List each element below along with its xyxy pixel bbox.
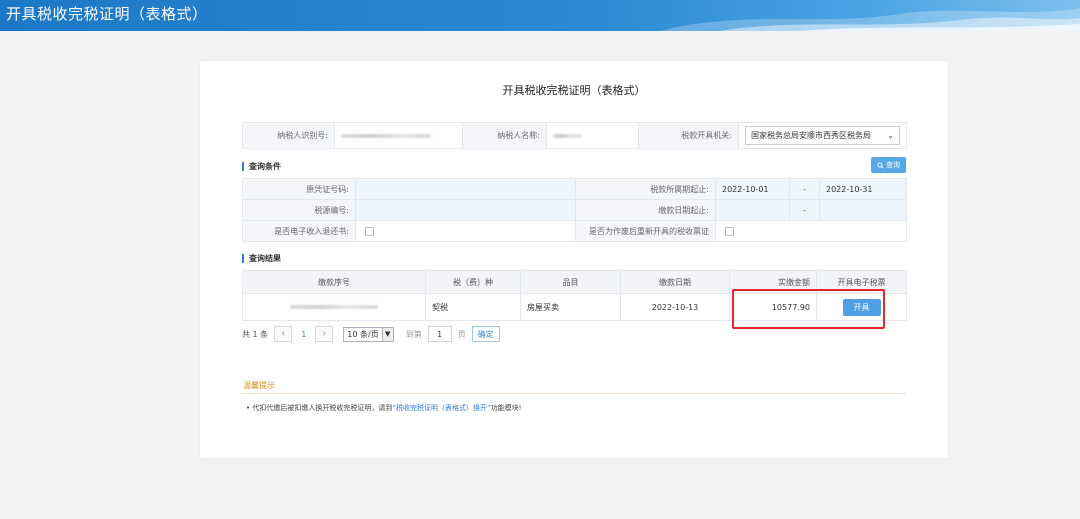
taxpayer-id-value bbox=[334, 122, 463, 149]
column-header: 税（费）种 bbox=[425, 270, 521, 294]
query-button[interactable]: 查询 bbox=[871, 157, 906, 173]
goto-label: 到第 bbox=[405, 329, 422, 339]
tips-title: 温馨提示 bbox=[243, 381, 275, 390]
page-size-select[interactable]: 10 条/页 ▼ bbox=[343, 326, 394, 342]
total-count: 共 1 条 bbox=[242, 329, 269, 339]
authority-label: 税款开具机关: bbox=[638, 122, 739, 149]
pagination: 共 1 条 ‹ 1 › 10 条/页 ▼ 到第 1 页 确定 bbox=[242, 325, 500, 343]
taxpayer-name-value bbox=[546, 122, 639, 149]
tax-period-separator: - bbox=[789, 178, 820, 200]
tax-period-label: 税款所属期起止: bbox=[575, 178, 716, 200]
authority-cell: 国家税务总局安顺市西秀区税务局 ⌄ bbox=[738, 122, 907, 149]
authority-select-value: 国家税务总局安顺市西秀区税务局 bbox=[751, 131, 871, 140]
reissue-label: 是否为作废后重新开具的税收票证 bbox=[575, 220, 716, 242]
column-header: 缴款序号 bbox=[242, 270, 426, 294]
main-card: 开具税收完税证明（表格式） 纳税人识别号: 纳税人名称: 税款开具机关: 国家税… bbox=[200, 61, 948, 458]
item-cell: 房屋买卖 bbox=[520, 293, 621, 321]
redacted-value bbox=[553, 133, 581, 138]
tips-divider bbox=[242, 393, 906, 394]
taxpayer-id-label: 纳税人识别号: bbox=[242, 122, 335, 149]
tax-type-cell: 契税 bbox=[425, 293, 521, 321]
card-title: 开具税收完税证明（表格式） bbox=[502, 84, 646, 97]
page-header-title: 开具税收完税证明（表格式） bbox=[6, 5, 208, 23]
original-voucher-label: 原凭证号码: bbox=[242, 178, 356, 200]
results-section-title: 查询结果 bbox=[242, 254, 281, 263]
banner-wave-decoration bbox=[660, 8, 1080, 31]
payment-date-end-input[interactable] bbox=[819, 199, 907, 221]
redacted-value bbox=[290, 305, 378, 309]
tax-source-label: 税源编号: bbox=[242, 199, 356, 221]
results-table: 缴款序号 税（费）种 品目 缴款日期 实缴金额 开具电子税票 契税 房屋买卖 2… bbox=[242, 270, 907, 321]
column-header: 缴款日期 bbox=[620, 270, 730, 294]
tax-period-end-input[interactable]: 2022-10-31 bbox=[819, 178, 907, 200]
top-banner: 开具税收完税证明（表格式） bbox=[0, 0, 1080, 31]
payment-date-label: 缴款日期起止: bbox=[575, 199, 716, 221]
payment-date-start-input[interactable] bbox=[715, 199, 790, 221]
goto-confirm-button[interactable]: 确定 bbox=[471, 326, 500, 342]
column-header: 品目 bbox=[520, 270, 621, 294]
payment-date-separator: - bbox=[789, 199, 820, 221]
search-icon bbox=[877, 161, 884, 169]
payment-date-cell: 2022-10-13 bbox=[620, 293, 730, 321]
taxpayer-name-label: 纳税人名称: bbox=[462, 122, 547, 149]
refund-label: 是否电子收入退还书: bbox=[242, 220, 356, 242]
tax-source-input[interactable] bbox=[355, 199, 576, 221]
reissue-checkbox[interactable] bbox=[725, 226, 734, 236]
issue-e-ticket-button[interactable]: 开具 bbox=[842, 298, 881, 316]
payment-serial-cell bbox=[242, 293, 426, 321]
column-header: 开具电子税票 bbox=[816, 270, 907, 294]
current-page[interactable]: 1 bbox=[301, 330, 306, 339]
issue-cell: 开具 bbox=[816, 293, 907, 321]
chevron-left-icon[interactable]: ‹ bbox=[274, 326, 293, 342]
query-section-title: 查询条件 bbox=[242, 162, 281, 171]
page-size-value: 10 条/页 bbox=[347, 329, 379, 339]
chevron-right-icon[interactable]: › bbox=[315, 326, 334, 342]
chevron-down-icon: ▼ bbox=[381, 327, 393, 341]
tips-text-suffix: 功能模块! bbox=[490, 404, 522, 412]
table-row: 契税 房屋买卖 2022-10-13 10577.90 开具 bbox=[242, 293, 907, 321]
query-button-label: 查询 bbox=[886, 161, 900, 169]
authority-select[interactable]: 国家税务总局安顺市西秀区税务局 ⌄ bbox=[745, 126, 900, 145]
query-conditions-table: 原凭证号码: 税款所属期起止: 2022-10-01 - 2022-10-31 … bbox=[242, 178, 907, 242]
taxpayer-info-table: 纳税人识别号: 纳税人名称: 税款开具机关: 国家税务总局安顺市西秀区税务局 ⌄ bbox=[242, 122, 907, 149]
tips-link[interactable]: “税收完税证明（表格式）换开” bbox=[392, 404, 490, 412]
tax-period-start-input[interactable]: 2022-10-01 bbox=[715, 178, 790, 200]
refund-checkbox[interactable] bbox=[365, 226, 374, 236]
tips-text: • 代扣代缴后被扣缴人换开税收完税证明，请到“税收完税证明（表格式）换开”功能模… bbox=[246, 403, 521, 413]
page-unit: 页 bbox=[457, 329, 466, 339]
goto-page-input[interactable]: 1 bbox=[427, 326, 452, 342]
refund-cell bbox=[355, 220, 576, 242]
amount-cell: 10577.90 bbox=[729, 293, 817, 321]
reissue-cell bbox=[715, 220, 907, 242]
chevron-down-icon: ⌄ bbox=[887, 131, 894, 140]
column-header: 实缴金额 bbox=[729, 270, 817, 294]
redacted-value bbox=[341, 133, 431, 138]
original-voucher-input[interactable] bbox=[355, 178, 576, 200]
tips-text-prefix: • 代扣代缴后被扣缴人换开税收完税证明，请到 bbox=[246, 404, 393, 412]
results-header-row: 缴款序号 税（费）种 品目 缴款日期 实缴金额 开具电子税票 bbox=[242, 270, 907, 294]
